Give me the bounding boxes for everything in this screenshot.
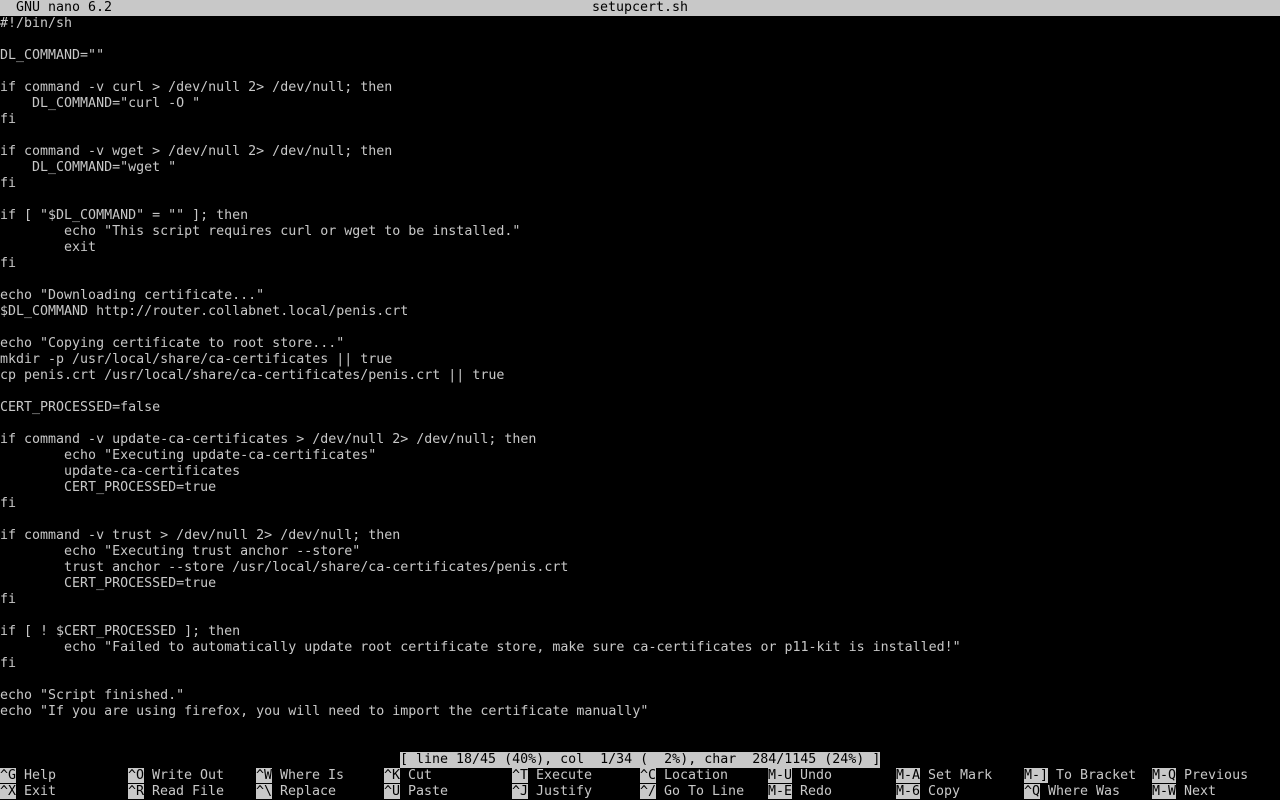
shortcut-item[interactable]: M-6 Copy — [896, 784, 960, 800]
shortcut-item[interactable]: ^G Help — [0, 768, 56, 784]
shortcut-key: ^C — [640, 768, 657, 783]
shortcut-item[interactable]: M-A Set Mark — [896, 768, 992, 784]
shortcut-key: M-W — [1152, 784, 1177, 799]
shortcut-key: ^\ — [256, 784, 273, 799]
shortcut-item[interactable]: ^W Where Is — [256, 768, 344, 784]
shortcut-item[interactable]: ^K Cut — [384, 768, 432, 784]
code-line[interactable]: echo "Script finished." — [0, 688, 184, 704]
shortcut-key: ^J — [512, 784, 529, 799]
shortcut-label: Execute — [536, 768, 593, 783]
shortcut-item[interactable]: ^C Location — [640, 768, 728, 784]
file-name: setupcert.sh — [591, 0, 689, 15]
shortcut-label: Location — [664, 768, 729, 783]
shortcut-key: ^K — [384, 768, 401, 783]
shortcut-key: M-] — [1024, 768, 1049, 783]
shortcut-key: ^O — [128, 768, 145, 783]
code-line[interactable]: fi — [0, 176, 16, 192]
title-bar: GNU nano 6.2 setupcert.sh — [0, 0, 1280, 16]
shortcut-bar-row-1: ^G Help ^O Write Out ^W Where Is ^K Cut ^T Execut… — [0, 768, 1280, 784]
code-line[interactable]: DL_COMMAND="" — [0, 48, 104, 64]
shortcut-label: Set Mark — [928, 768, 993, 783]
code-line[interactable]: echo "Executing trust anchor --store" — [0, 544, 360, 560]
code-line[interactable]: CERT_PROCESSED=false — [0, 400, 160, 416]
shortcut-key: ^/ — [640, 784, 657, 799]
code-line[interactable]: DL_COMMAND="curl -O " — [0, 96, 200, 112]
shortcut-item[interactable]: ^X Exit — [0, 784, 56, 800]
code-line[interactable]: $DL_COMMAND http://router.collabnet.loca… — [0, 304, 408, 320]
shortcut-label: Where Is — [280, 768, 345, 783]
shortcut-label: Where Was — [1048, 784, 1121, 799]
shortcut-item[interactable]: ^\ Replace — [256, 784, 336, 800]
shortcut-item[interactable]: ^Q Where Was — [1024, 784, 1120, 800]
shortcut-key: ^X — [0, 784, 17, 799]
shortcut-label: Replace — [280, 784, 337, 799]
code-line[interactable]: fi — [0, 256, 16, 272]
code-line[interactable]: echo "Executing update-ca-certificates" — [0, 448, 376, 464]
shortcut-item[interactable]: M-E Redo — [768, 784, 832, 800]
shortcut-key: ^R — [128, 784, 145, 799]
shortcut-item[interactable]: ^T Execute — [512, 768, 592, 784]
code-line[interactable]: if [ ! $CERT_PROCESSED ]; then — [0, 624, 240, 640]
shortcut-label: Justify — [536, 784, 593, 799]
shortcut-item[interactable]: ^J Justify — [512, 784, 592, 800]
shortcut-label: Help — [24, 768, 57, 783]
code-line[interactable]: exit — [0, 240, 96, 256]
code-line[interactable]: echo "If you are using firefox, you will… — [0, 704, 648, 720]
shortcut-item[interactable]: M-W Next — [1152, 784, 1216, 800]
editor-area[interactable]: #!/bin/sh DL_COMMAND=""if command -v curl… — [0, 16, 1280, 752]
shortcut-label: Redo — [800, 784, 833, 799]
shortcut-key: M-Q — [1152, 768, 1177, 783]
shortcut-label: Exit — [24, 784, 57, 799]
shortcut-item[interactable]: M-Q Previous — [1152, 768, 1248, 784]
code-line[interactable]: echo "Copying certificate to root store.… — [0, 336, 344, 352]
shortcut-label: Cut — [408, 768, 433, 783]
shortcut-key: M-A — [896, 768, 921, 783]
shortcut-key: ^T — [512, 768, 529, 783]
shortcut-label: Write Out — [152, 768, 225, 783]
shortcut-label: Go To Line — [664, 784, 745, 799]
shortcut-key: M-6 — [896, 784, 921, 799]
code-line[interactable]: cp penis.crt /usr/local/share/ca-certifi… — [0, 368, 504, 384]
code-line[interactable]: if command -v wget > /dev/null 2> /dev/n… — [0, 144, 392, 160]
code-line[interactable]: if command -v curl > /dev/null 2> /dev/n… — [0, 80, 392, 96]
code-line[interactable]: echo "Failed to automatically update roo… — [0, 640, 961, 656]
shortcut-item[interactable]: M-] To Bracket — [1024, 768, 1136, 784]
code-line[interactable]: DL_COMMAND="wget " — [0, 160, 176, 176]
shortcut-item[interactable]: M-U Undo — [768, 768, 832, 784]
status-bar: [ line 18/45 (40%), col 1/34 ( 2%), char… — [400, 752, 881, 768]
shortcut-item[interactable]: ^R Read File — [128, 784, 224, 800]
code-line[interactable]: fi — [0, 496, 16, 512]
code-line[interactable]: #!/bin/sh — [0, 16, 72, 32]
shortcut-key: M-E — [768, 784, 793, 799]
shortcut-item[interactable]: ^U Paste — [384, 784, 448, 800]
shortcut-label: Next — [1184, 784, 1217, 799]
code-line[interactable]: update-ca-certificates — [0, 464, 240, 480]
shortcut-label: Previous — [1184, 768, 1249, 783]
code-line[interactable]: CERT_PROCESSED=true — [0, 480, 216, 496]
code-line[interactable]: echo "This script requires curl or wget … — [0, 224, 520, 240]
code-line[interactable]: CERT_PROCESSED=true — [0, 576, 216, 592]
shortcut-key: ^G — [0, 768, 17, 783]
code-line[interactable]: mkdir -p /usr/local/share/ca-certificate… — [0, 352, 392, 368]
shortcut-label: To Bracket — [1056, 768, 1137, 783]
code-line[interactable]: if command -v trust > /dev/null 2> /dev/… — [0, 528, 400, 544]
shortcut-label: Undo — [800, 768, 833, 783]
code-line[interactable]: fi — [0, 592, 16, 608]
shortcut-key: ^W — [256, 768, 273, 783]
code-line[interactable]: echo "Downloading certificate..." — [0, 288, 264, 304]
shortcut-label: Paste — [408, 784, 449, 799]
shortcut-label: Read File — [152, 784, 225, 799]
code-line[interactable]: if [ "$DL_COMMAND" = "" ]; then — [0, 208, 248, 224]
code-line[interactable]: trust anchor --store /usr/local/share/ca… — [0, 560, 568, 576]
shortcut-label: Copy — [928, 784, 961, 799]
shortcut-item[interactable]: ^O Write Out — [128, 768, 224, 784]
shortcut-key: ^U — [384, 784, 401, 799]
code-line[interactable]: fi — [0, 656, 16, 672]
shortcut-key: M-U — [768, 768, 793, 783]
shortcut-bar-row-2: ^X Exit ^R Read File ^\ Replace ^U Paste ^J Justi… — [0, 784, 1280, 800]
shortcut-key: ^Q — [1024, 784, 1041, 799]
code-line[interactable]: if command -v update-ca-certificates > /… — [0, 432, 536, 448]
code-line[interactable]: fi — [0, 112, 16, 128]
shortcut-item[interactable]: ^/ Go To Line — [640, 784, 744, 800]
